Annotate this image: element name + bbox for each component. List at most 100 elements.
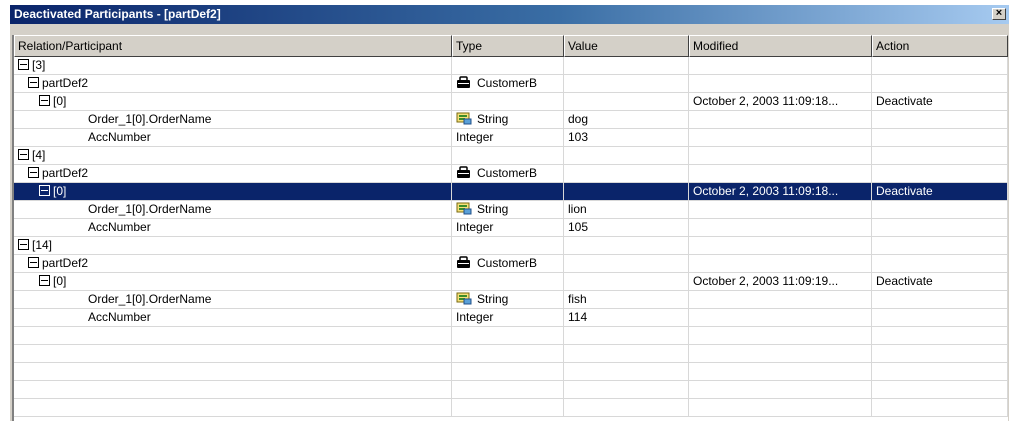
collapse-icon[interactable] [39, 185, 50, 197]
type-cell [452, 273, 564, 290]
empty-cell [452, 363, 564, 380]
table-row[interactable]: partDef2 CustomerB [14, 165, 1008, 183]
collapse-icon[interactable] [39, 275, 50, 287]
empty-cell [872, 381, 1008, 398]
title-bar[interactable]: Deactivated Participants - [partDef2] × [10, 5, 1009, 24]
column-header-value[interactable]: Value [564, 35, 689, 57]
collapse-icon[interactable] [28, 77, 39, 89]
value-cell [564, 93, 689, 110]
relation-cell: Order_1[0].OrderName [14, 291, 452, 308]
action-cell[interactable]: Deactivate [872, 183, 1008, 200]
table-row[interactable]: Order_1[0].OrderName String fish [14, 291, 1008, 309]
relation-cell: Order_1[0].OrderName [14, 111, 452, 128]
modified-cell [689, 291, 872, 308]
table-row[interactable]: [4] [14, 147, 1008, 165]
table-row[interactable]: Order_1[0].OrderName String dog [14, 111, 1008, 129]
relation-label: [0] [53, 184, 67, 198]
window-title: Deactivated Participants - [partDef2] [14, 7, 221, 21]
table-row[interactable]: partDef2 CustomerB [14, 75, 1008, 93]
relation-cell: [4] [14, 147, 452, 164]
collapse-icon[interactable] [28, 257, 39, 269]
table-row[interactable]: partDef2 CustomerB [14, 255, 1008, 273]
value-cell [564, 57, 689, 74]
action-cell[interactable]: Deactivate [872, 93, 1008, 110]
action-cell [872, 291, 1008, 308]
deactivated-participants-window: Deactivated Participants - [partDef2] × … [10, 5, 1009, 421]
type-cell: String [452, 111, 564, 128]
table-row[interactable]: AccNumber Integer 105 [14, 219, 1008, 237]
collapse-icon[interactable] [18, 59, 29, 71]
action-cell[interactable]: Deactivate [872, 273, 1008, 290]
empty-cell [564, 363, 689, 380]
table-row[interactable]: [14] [14, 237, 1008, 255]
relation-label: Order_1[0].OrderName [88, 202, 212, 216]
column-header-type[interactable]: Type [452, 35, 564, 57]
action-cell [872, 165, 1008, 182]
relation-label: [0] [53, 274, 67, 288]
empty-cell [14, 381, 452, 398]
relation-label: [4] [32, 148, 46, 162]
empty-row [14, 399, 1008, 417]
empty-cell [452, 345, 564, 362]
collapse-icon[interactable] [28, 167, 39, 179]
collapse-icon[interactable] [18, 149, 29, 161]
empty-cell [564, 327, 689, 344]
type-cell [452, 237, 564, 254]
participant-icon [457, 76, 470, 89]
table-row[interactable]: AccNumber Integer 103 [14, 129, 1008, 147]
empty-cell [452, 399, 564, 416]
type-cell [452, 147, 564, 164]
string-icon [456, 112, 472, 125]
table-row[interactable]: [0] October 2, 2003 11:09:19... Deactivate [14, 273, 1008, 291]
empty-cell [14, 327, 452, 344]
participants-grid[interactable]: Relation/Participant Type Value Modified… [12, 35, 1008, 421]
string-icon [456, 202, 472, 215]
action-cell [872, 219, 1008, 236]
table-row[interactable]: AccNumber Integer 114 [14, 309, 1008, 327]
type-label: CustomerB [477, 76, 538, 90]
modified-cell [689, 75, 872, 92]
modified-cell [689, 255, 872, 272]
type-cell: Integer [452, 219, 564, 236]
type-label: String [477, 112, 509, 126]
table-row[interactable]: Order_1[0].OrderName String lion [14, 201, 1008, 219]
collapse-icon[interactable] [18, 239, 29, 251]
empty-cell [872, 399, 1008, 416]
empty-row [14, 381, 1008, 399]
type-label: Integer [456, 220, 494, 234]
table-row[interactable]: [0] October 2, 2003 11:09:18... Deactivate [14, 93, 1008, 111]
action-cell [872, 309, 1008, 326]
relation-cell: [3] [14, 57, 452, 74]
relation-label: [0] [53, 94, 67, 108]
close-button[interactable]: × [992, 8, 1006, 20]
column-header-relation[interactable]: Relation/Participant [14, 35, 452, 57]
action-cell [872, 201, 1008, 218]
relation-label: AccNumber [88, 310, 151, 324]
empty-cell [872, 363, 1008, 380]
value-cell [564, 183, 689, 200]
value-cell: fish [564, 291, 689, 308]
empty-cell [689, 363, 872, 380]
relation-cell: partDef2 [14, 75, 452, 92]
relation-label: [14] [32, 238, 53, 252]
modified-cell: October 2, 2003 11:09:19... [689, 273, 872, 290]
empty-cell [872, 327, 1008, 344]
type-cell: Integer [452, 309, 564, 326]
modified-cell [689, 129, 872, 146]
empty-cell [564, 399, 689, 416]
action-cell [872, 255, 1008, 272]
table-row[interactable]: [0] October 2, 2003 11:09:18... Deactivate [14, 183, 1008, 201]
modified-cell [689, 201, 872, 218]
relation-cell: [14] [14, 237, 452, 254]
type-label: Integer [456, 130, 494, 144]
table-row[interactable]: [3] [14, 57, 1008, 75]
value-cell [564, 147, 689, 164]
relation-label: AccNumber [88, 130, 151, 144]
empty-cell [452, 381, 564, 398]
value-cell: 114 [564, 309, 689, 326]
column-header-modified[interactable]: Modified [689, 35, 872, 57]
modified-cell [689, 57, 872, 74]
column-header-action[interactable]: Action [872, 35, 1008, 57]
relation-cell: [0] [14, 93, 452, 110]
collapse-icon[interactable] [39, 95, 50, 107]
